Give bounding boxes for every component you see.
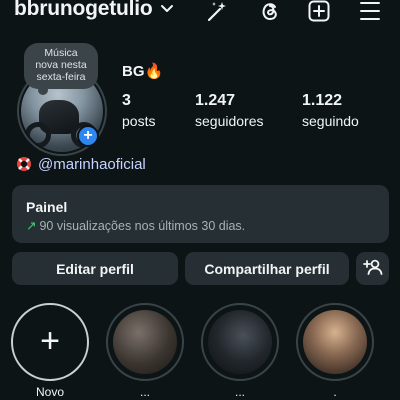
threads-badge-link[interactable]: @marinhaoficial — [16, 154, 146, 174]
stat-posts[interactable]: 3 posts — [122, 92, 155, 129]
stat-following[interactable]: 1.122 seguindo — [302, 92, 359, 129]
edit-profile-button[interactable]: Editar perfil — [12, 252, 178, 285]
highlight-cover — [113, 310, 177, 374]
note-line: Música — [44, 47, 78, 59]
add-person-icon — [362, 257, 383, 280]
threads-handle: @marinhaoficial — [38, 155, 146, 173]
highlight-ring — [296, 303, 374, 381]
add-person-button[interactable] — [356, 252, 389, 285]
avatar-wheel-shape — [25, 122, 51, 148]
highlight-item[interactable]: ... — [106, 303, 184, 399]
stat-label: posts — [122, 113, 156, 129]
trend-up-arrow-icon: ↗ — [26, 219, 37, 233]
magic-wand-icon[interactable] — [205, 0, 229, 22]
lifebuoy-icon — [16, 156, 32, 172]
highlight-ring — [106, 303, 184, 381]
stat-value: 1.247 — [195, 92, 236, 109]
note-line: sexta-feira — [36, 71, 86, 83]
panel-subtitle-text: 90 visualizações nos últimos 30 dias. — [39, 219, 246, 233]
stat-followers[interactable]: 1.247 seguidores — [195, 92, 264, 129]
menu-icon[interactable] — [358, 0, 382, 22]
top-bar: bbrunogetulio — [0, 0, 400, 22]
highlight-label: ... — [234, 385, 245, 399]
stat-label: seguindo — [302, 113, 359, 129]
share-profile-button[interactable]: Compartilhar perfil — [185, 252, 349, 285]
highlight-ring: + — [11, 303, 89, 381]
username-switcher[interactable]: bbrunogetulio — [14, 0, 153, 21]
note-bubble[interactable]: Música nova nesta sexta-feira — [24, 43, 98, 95]
plus-icon: + — [40, 322, 60, 360]
stat-value: 1.122 — [302, 92, 343, 109]
stat-value: 3 — [122, 92, 131, 109]
highlight-ring — [201, 303, 279, 381]
panel-subtitle: ↗ 90 visualizações nos últimos 30 dias. — [26, 218, 245, 233]
professional-dashboard-panel[interactable]: Painel ↗ 90 visualizações nos últimos 30 … — [12, 185, 389, 243]
highlight-label: . — [333, 385, 337, 399]
stat-label: seguidores — [195, 113, 264, 129]
add-post-icon[interactable] — [307, 0, 331, 22]
add-story-plus-icon[interactable]: + — [77, 125, 99, 147]
highlight-cover — [208, 310, 272, 374]
highlight-label: ... — [139, 385, 150, 399]
threads-icon[interactable] — [258, 0, 282, 22]
highlight-label: Novo — [35, 385, 64, 399]
panel-title: Painel — [26, 199, 68, 215]
highlight-item[interactable]: ... — [201, 303, 279, 399]
highlight-item[interactable]: . — [296, 303, 374, 399]
highlight-cover — [303, 310, 367, 374]
chevron-down-icon[interactable] — [160, 2, 174, 16]
note-line: nova nesta — [35, 59, 87, 71]
highlight-new[interactable]: + Novo — [11, 303, 89, 399]
display-name: BG🔥 — [122, 63, 164, 80]
